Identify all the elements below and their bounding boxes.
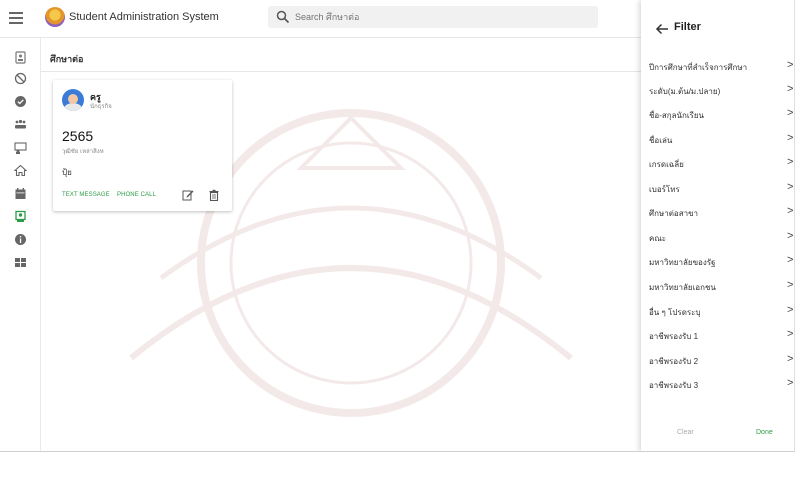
clear-button[interactable]: Clear bbox=[677, 429, 694, 436]
filter-title: Filter bbox=[674, 21, 701, 33]
filter-item-label: ชื่อเล่น bbox=[649, 136, 673, 145]
filter-item[interactable]: อาชีพรองรับ 1 > bbox=[641, 327, 794, 347]
app-window: Student Administration System Search ศึก… bbox=[0, 0, 795, 452]
edit-icon[interactable] bbox=[182, 189, 194, 201]
filter-item-label: คณะ bbox=[649, 234, 667, 243]
page-title: ศึกษาต่อ bbox=[50, 54, 84, 64]
filter-item-label: อาชีพรองรับ 1 bbox=[649, 332, 699, 341]
grid-icon[interactable] bbox=[11, 253, 29, 271]
filter-footer: Clear Done bbox=[641, 425, 794, 445]
people-icon[interactable] bbox=[11, 115, 29, 133]
navigation-rail bbox=[0, 38, 41, 451]
contact-card-icon[interactable] bbox=[11, 48, 29, 66]
chevron-right-icon: > bbox=[787, 279, 794, 291]
card-role: นักธุรกิจ bbox=[90, 104, 112, 110]
filter-item[interactable]: ชื่อเล่น > bbox=[641, 131, 794, 151]
chevron-right-icon: > bbox=[787, 304, 794, 316]
filter-item-label: มหาวิทยาลัยของรัฐ bbox=[649, 258, 716, 267]
delete-icon[interactable] bbox=[208, 189, 220, 201]
chevron-right-icon: > bbox=[787, 353, 794, 365]
chevron-right-icon: > bbox=[787, 107, 794, 119]
school-logo bbox=[45, 7, 65, 27]
chevron-right-icon: > bbox=[787, 205, 794, 217]
filter-item[interactable]: อาชีพรองรับ 3 > bbox=[641, 376, 794, 396]
filter-item[interactable]: อื่น ๆ โปรดระบุ > bbox=[641, 303, 794, 323]
section-header: ศึกษาต่อ bbox=[41, 38, 641, 72]
filter-item-label: เบอร์โทร bbox=[649, 185, 680, 194]
filter-item[interactable]: ระดับ(ม.ต้น/ม.ปลาย) > bbox=[641, 82, 794, 102]
filter-item[interactable]: คณะ > bbox=[641, 229, 794, 249]
card-subtitle: วุฒิชัย เหล่าสิงห bbox=[62, 149, 104, 155]
filter-header: Filter bbox=[641, 0, 794, 50]
chevron-right-icon: > bbox=[787, 59, 794, 71]
filter-item[interactable]: เกรดเฉลี่ย > bbox=[641, 155, 794, 175]
check-circle-icon[interactable] bbox=[11, 92, 29, 110]
filter-item[interactable]: อาชีพรองรับ 2 > bbox=[641, 352, 794, 372]
filter-item[interactable]: ชื่อ-สกุลนักเรียน > bbox=[641, 106, 794, 126]
filter-item-label: อาชีพรองรับ 2 bbox=[649, 357, 699, 366]
back-arrow-icon[interactable] bbox=[655, 23, 669, 35]
chevron-right-icon: > bbox=[787, 254, 794, 266]
calendar-icon[interactable] bbox=[11, 184, 29, 202]
card-actions: TEXT MESSAGE PHONE CALL bbox=[53, 189, 232, 206]
filter-item-label: ชื่อ-สกุลนักเรียน bbox=[649, 111, 705, 120]
filter-item[interactable]: เบอร์โทร > bbox=[641, 180, 794, 200]
avatar bbox=[62, 89, 84, 111]
school-icon[interactable] bbox=[11, 138, 29, 156]
list-fade bbox=[641, 405, 794, 419]
chevron-right-icon: > bbox=[787, 230, 794, 242]
filter-item[interactable]: มหาวิทยาลัยของรัฐ > bbox=[641, 253, 794, 273]
search-icon bbox=[276, 10, 290, 24]
student-card[interactable]: ครู นักธุรกิจ 2565 วุฒิชัย เหล่าสิงห ปุ้… bbox=[53, 80, 232, 211]
filter-item-label: ปีการศึกษาที่สำเร็จการศึกษา bbox=[649, 63, 748, 72]
filter-panel: Filter ปีการศึกษาที่สำเร็จการศึกษา > ระดั… bbox=[641, 0, 794, 451]
filter-item-label: เกรดเฉลี่ย bbox=[649, 160, 684, 169]
text-message-button[interactable]: TEXT MESSAGE bbox=[62, 192, 110, 198]
search-input[interactable] bbox=[295, 9, 585, 25]
filter-item-label: ศึกษาต่อสาขา bbox=[649, 209, 699, 218]
card-year: 2565 bbox=[62, 128, 94, 144]
block-icon[interactable] bbox=[11, 69, 29, 87]
filter-item[interactable]: ปีการศึกษาที่สำเร็จการศึกษา > bbox=[641, 58, 794, 78]
filter-item-label: อื่น ๆ โปรดระบุ bbox=[649, 308, 701, 317]
filter-item[interactable]: ศึกษาต่อสาขา > bbox=[641, 204, 794, 224]
phone-call-button[interactable]: PHONE CALL bbox=[117, 192, 156, 198]
chevron-right-icon: > bbox=[787, 377, 794, 389]
menu-icon[interactable] bbox=[7, 9, 25, 27]
info-icon[interactable] bbox=[11, 230, 29, 248]
home-icon[interactable] bbox=[11, 161, 29, 179]
chevron-right-icon: > bbox=[787, 132, 794, 144]
app-title: Student Administration System bbox=[69, 11, 219, 23]
chevron-right-icon: > bbox=[787, 181, 794, 193]
filter-list: ปีการศึกษาที่สำเร็จการศึกษา > ระดับ(ม.ต้น… bbox=[641, 55, 794, 418]
filter-item[interactable]: มหาวิทยาลัยเอกชน > bbox=[641, 278, 794, 298]
chevron-right-icon: > bbox=[787, 156, 794, 168]
search-box[interactable] bbox=[268, 6, 598, 28]
main-content: ศึกษาต่อ ครู นักธุรกิจ 2565 วุฒิชัย เหล่… bbox=[41, 38, 641, 451]
card-nickname: ปุ้ย bbox=[62, 168, 72, 177]
filter-item-label: ระดับ(ม.ต้น/ม.ปลาย) bbox=[649, 87, 721, 96]
done-button[interactable]: Done bbox=[756, 429, 773, 436]
chevron-right-icon: > bbox=[787, 83, 794, 95]
chevron-right-icon: > bbox=[787, 328, 794, 340]
filter-item-label: มหาวิทยาลัยเอกชน bbox=[649, 283, 716, 292]
filter-item-label: อาชีพรองรับ 3 bbox=[649, 381, 699, 390]
graduation-icon[interactable] bbox=[11, 207, 29, 225]
